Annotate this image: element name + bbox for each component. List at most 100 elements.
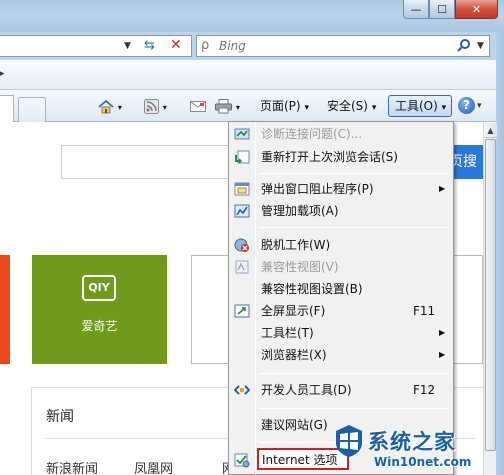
address-bar[interactable]: ▼ ⇆ ✕ bbox=[0, 35, 192, 57]
tile-iqiyi[interactable]: QIY 爱奇艺 bbox=[32, 255, 167, 364]
safety-menu-button[interactable]: 安全(S) ▾ bbox=[327, 96, 376, 116]
window-frame-right bbox=[496, 32, 504, 475]
menu-separator bbox=[259, 408, 449, 409]
menu-item-reopen-session[interactable]: 重新打开上次浏览会话(S) bbox=[231, 147, 451, 167]
menu-item-label: 浏览器栏(X) bbox=[261, 348, 327, 362]
tools-menu-button[interactable]: 工具(O) ▾ bbox=[388, 95, 452, 117]
submenu-arrow-icon: ▶ bbox=[439, 184, 446, 193]
iqiyi-logo: QIY bbox=[82, 275, 116, 301]
menu-item-label: 兼容性视图(V) bbox=[261, 260, 339, 274]
close-button[interactable]: ✕ bbox=[455, 0, 498, 19]
tools-menu: 诊断连接问题(C)... 重新打开上次浏览会话(S) 弹出窗口阻止程序(P) ▶… bbox=[228, 121, 454, 475]
news-link[interactable]: 凤凰网 bbox=[134, 458, 173, 475]
menu-item-diagnose[interactable]: 诊断连接问题(C)... bbox=[231, 124, 451, 144]
fullscreen-icon bbox=[234, 303, 250, 319]
scroll-up-button[interactable]: ▲ bbox=[484, 123, 497, 138]
scroll-thumb[interactable] bbox=[485, 139, 496, 451]
menu-item-label: 全屏显示(F) bbox=[261, 304, 326, 318]
watermark-title: 系统之家 bbox=[368, 430, 456, 454]
chevron-right-icon[interactable]: ▸ bbox=[0, 69, 5, 79]
menu-item-compat-view-settings[interactable]: 兼容性视图设置(B) bbox=[231, 279, 451, 299]
help-dropdown-icon[interactable]: ▾ bbox=[477, 101, 482, 111]
menu-item-label: 管理加载项(A) bbox=[261, 204, 339, 218]
menu-item-developer-tools[interactable]: 开发人员工具(D) F12 bbox=[231, 380, 451, 400]
tab-new[interactable] bbox=[18, 97, 46, 122]
favorites-bar: ▸ bbox=[0, 60, 496, 90]
chevron-down-icon: ▾ bbox=[371, 103, 377, 113]
menu-item-label: 弹出窗口阻止程序(P) bbox=[261, 182, 374, 196]
menu-item-label: 建议网站(G) bbox=[261, 418, 328, 432]
tile-red[interactable] bbox=[0, 255, 10, 364]
chevron-down-icon: ▾ bbox=[304, 103, 309, 113]
menu-item-label: Internet 选项 bbox=[262, 453, 338, 467]
compat-view-icon bbox=[234, 259, 250, 275]
search-dropdown-icon[interactable]: ▼ bbox=[477, 41, 484, 51]
address-row: ▼ ⇆ ✕ ρ ▼ bbox=[0, 32, 496, 60]
tab-current[interactable] bbox=[0, 95, 14, 122]
menu-item-label: 开发人员工具(D) bbox=[261, 383, 352, 397]
chevron-down-icon: ▾ bbox=[441, 103, 447, 113]
menu-item-compat-view[interactable]: 兼容性视图(V) bbox=[231, 257, 451, 277]
search-go-icon[interactable] bbox=[457, 38, 471, 56]
feeds-button[interactable]: ▾ bbox=[144, 96, 167, 116]
window-controls: — ☐ ✕ bbox=[403, 0, 498, 19]
page-menu-button[interactable]: 页面(P) ▾ bbox=[260, 96, 309, 116]
internet-options-icon-cell bbox=[231, 450, 257, 470]
vertical-scrollbar[interactable]: ▲ bbox=[483, 123, 497, 475]
address-dropdown-icon[interactable]: ▼ bbox=[124, 41, 131, 51]
home-icon bbox=[98, 99, 118, 114]
menu-item-shortcut: F12 bbox=[413, 383, 436, 397]
print-button[interactable]: ▾ bbox=[215, 96, 240, 116]
menu-item-popup-blocker[interactable]: 弹出窗口阻止程序(P) ▶ bbox=[231, 179, 451, 199]
feeds-icon bbox=[144, 99, 163, 114]
refresh-icon[interactable]: ⇆ bbox=[144, 38, 155, 53]
home-dropdown-icon[interactable]: ▾ bbox=[118, 103, 122, 112]
print-dropdown-icon[interactable]: ▾ bbox=[236, 103, 240, 112]
mail-button[interactable] bbox=[190, 96, 206, 116]
menu-item-toolbars[interactable]: 工具栏(T) ▶ bbox=[231, 323, 451, 343]
menu-item-fullscreen[interactable]: 全屏显示(F) F11 bbox=[231, 301, 451, 321]
search-box: ρ ▼ bbox=[196, 35, 490, 57]
title-bar: — ☐ ✕ bbox=[0, 0, 504, 32]
popup-blocker-icon bbox=[234, 181, 250, 197]
diagnose-icon bbox=[234, 126, 250, 142]
watermark: 系统之家 Win10net.com bbox=[334, 424, 496, 475]
home-button[interactable]: ▾ bbox=[98, 96, 122, 116]
menu-item-shortcut: F11 bbox=[413, 304, 436, 318]
menu-item-label: 诊断连接问题(C)... bbox=[261, 127, 363, 141]
minimize-button[interactable]: — bbox=[403, 0, 429, 19]
watermark-logo bbox=[336, 425, 362, 457]
help-icon[interactable]: ? bbox=[458, 97, 475, 114]
safety-menu-label: 安全(S) bbox=[327, 99, 368, 113]
work-offline-icon bbox=[234, 237, 250, 253]
menu-item-label: 重新打开上次浏览会话(S) bbox=[261, 150, 398, 164]
menu-separator bbox=[259, 373, 449, 374]
internet-options-icon bbox=[234, 452, 250, 468]
print-icon bbox=[215, 99, 236, 114]
menu-item-label: 工具栏(T) bbox=[261, 326, 314, 340]
menu-item-work-offline[interactable]: 脱机工作(W) bbox=[231, 235, 451, 255]
submenu-arrow-icon: ▶ bbox=[439, 350, 446, 359]
menu-item-label: 兼容性视图设置(B) bbox=[261, 282, 363, 296]
reopen-session-icon bbox=[234, 149, 250, 165]
page-menu-label: 页面(P) bbox=[260, 99, 301, 113]
search-input[interactable] bbox=[219, 37, 439, 55]
menu-item-label: 脱机工作(W) bbox=[261, 238, 331, 252]
maximize-button[interactable]: ☐ bbox=[429, 0, 455, 19]
mail-icon bbox=[190, 99, 206, 113]
manage-addons-icon bbox=[234, 203, 250, 219]
tile-iqiyi-label: 爱奇艺 bbox=[81, 319, 118, 333]
feeds-dropdown-icon[interactable]: ▾ bbox=[163, 103, 167, 112]
menu-separator bbox=[259, 173, 449, 174]
submenu-arrow-icon: ▶ bbox=[439, 328, 446, 337]
menu-item-explorer-bars[interactable]: 浏览器栏(X) ▶ bbox=[231, 345, 451, 365]
news-title: 新闻 bbox=[46, 409, 74, 425]
bing-logo-icon: ρ bbox=[201, 38, 210, 53]
menu-item-manage-addons[interactable]: 管理加载项(A) bbox=[231, 201, 451, 221]
watermark-url: Win10net.com bbox=[374, 455, 472, 469]
command-bar: ▾ ▾ ▾ 页面(P) ▾ 安全(S) ▾ 工具(O) ▾ ? ▾ bbox=[0, 90, 496, 122]
news-link[interactable]: 新浪新闻 bbox=[46, 458, 98, 475]
menu-separator bbox=[259, 227, 449, 228]
stop-icon[interactable]: ✕ bbox=[170, 37, 182, 53]
tools-menu-label: 工具(O) bbox=[395, 99, 438, 113]
